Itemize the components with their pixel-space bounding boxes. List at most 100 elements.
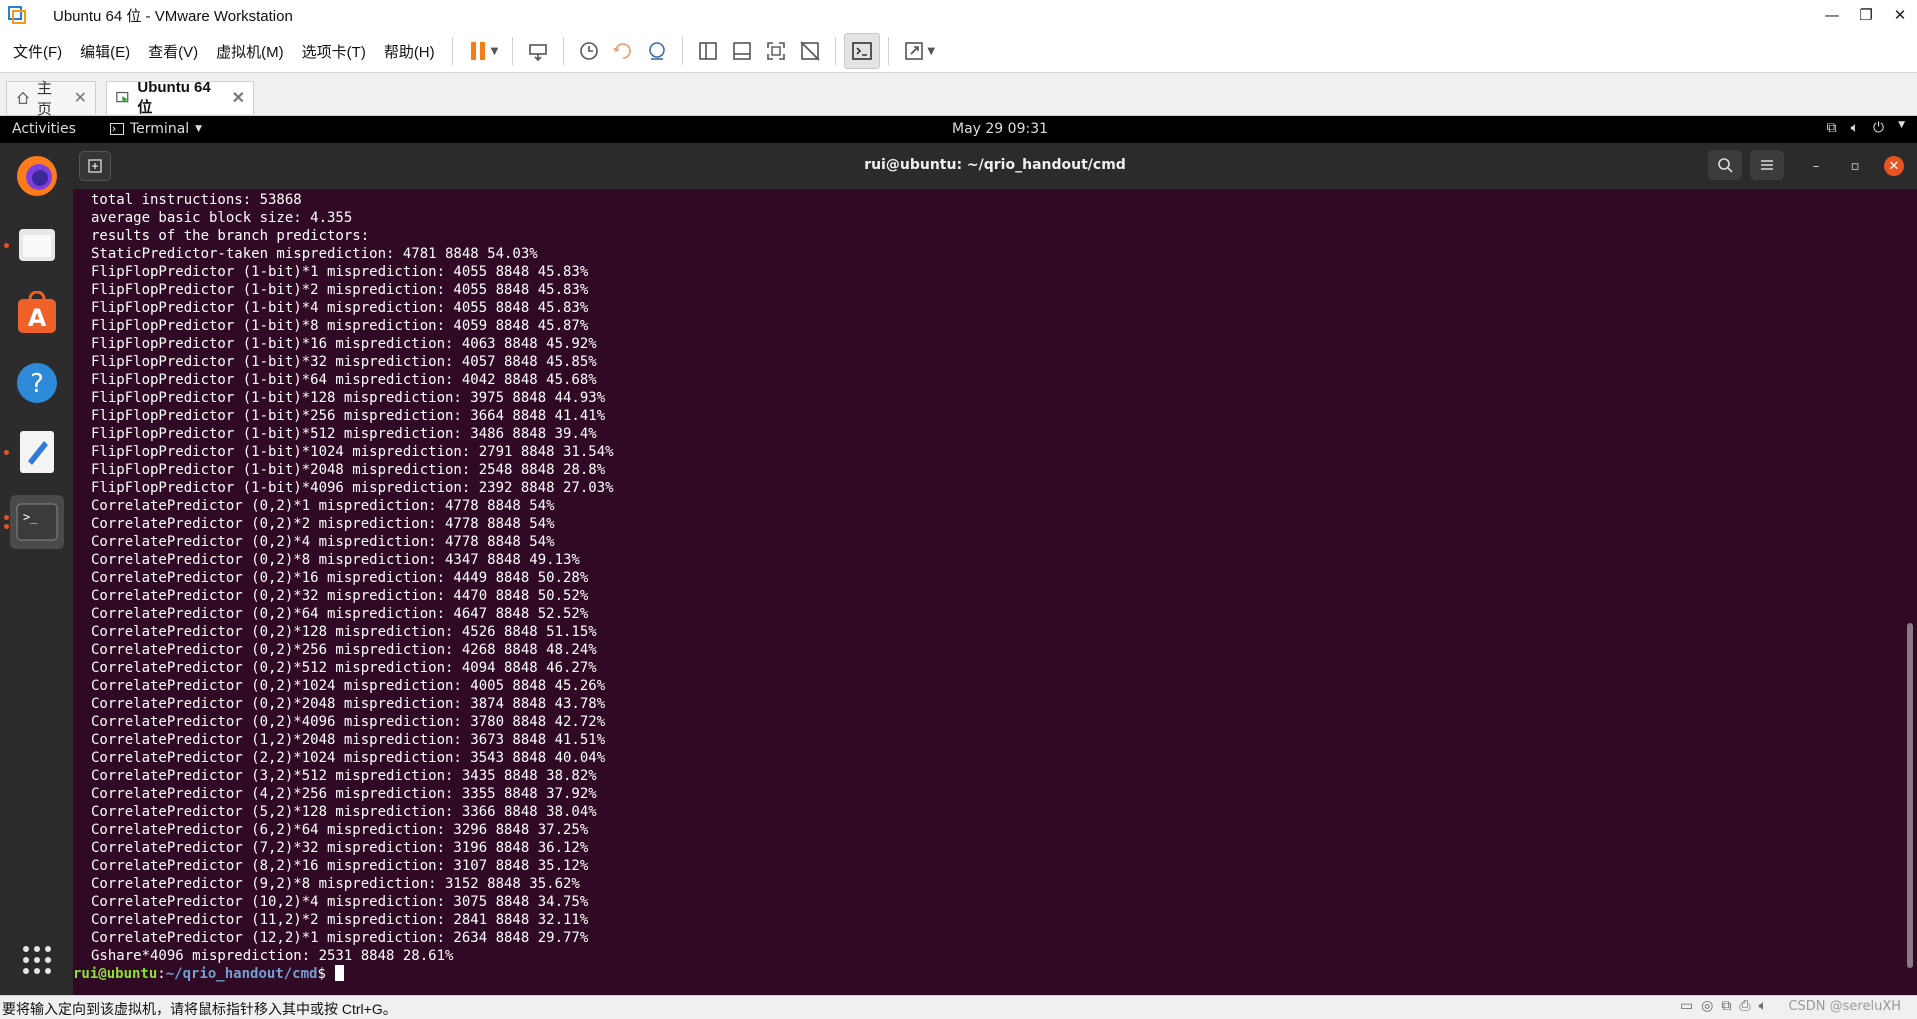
snapshot-manager-button[interactable] bbox=[640, 34, 674, 68]
close-icon[interactable]: ✕ bbox=[232, 88, 245, 108]
menu-file[interactable]: 文件(F) bbox=[4, 41, 71, 62]
printer-icon[interactable]: ⎙ bbox=[1739, 998, 1750, 1014]
terminal-scrollbar[interactable] bbox=[1907, 623, 1913, 968]
toolbar-divider bbox=[451, 37, 453, 65]
terminal-window[interactable]: rui@ubuntu: ~/qrio_handout/cmd – ▫ ✕ tot… bbox=[73, 143, 1917, 995]
menu-view[interactable]: 查看(V) bbox=[139, 41, 207, 62]
terminal-minimize-button[interactable]: – bbox=[1806, 156, 1826, 176]
show-library-button[interactable] bbox=[691, 34, 725, 68]
cd-rom-icon[interactable]: ◎ bbox=[1701, 998, 1713, 1014]
tab-ubuntu[interactable]: Ubuntu 64 位 ✕ bbox=[106, 79, 254, 116]
dock-files[interactable] bbox=[4, 218, 64, 272]
network-adapter-icon[interactable]: ⧉ bbox=[1721, 998, 1731, 1014]
snapshot-manager-icon bbox=[649, 42, 666, 60]
menu-tabs[interactable]: 选项卡(T) bbox=[293, 41, 375, 62]
terminal-line: CorrelatePredictor (12,2)*1 mispredictio… bbox=[91, 930, 589, 946]
menu-vm[interactable]: 虚拟机(M) bbox=[207, 41, 293, 62]
firefox-icon bbox=[17, 156, 57, 196]
fullscreen-button[interactable] bbox=[759, 34, 793, 68]
pause-icon bbox=[470, 42, 485, 60]
text-cursor bbox=[335, 965, 345, 981]
terminal-line: CorrelatePredictor (6,2)*64 mispredictio… bbox=[91, 822, 589, 838]
power-icon: ⏻ bbox=[1873, 120, 1885, 136]
chevron-down-icon: ▼ bbox=[195, 124, 203, 134]
clock[interactable]: May 29 09:31 bbox=[952, 121, 1048, 137]
terminal-line: CorrelatePredictor (0,2)*64 mispredictio… bbox=[91, 606, 589, 622]
stretch-guest-button[interactable] bbox=[897, 34, 931, 68]
terminal-app-icon bbox=[110, 123, 124, 135]
terminal-line: FlipFlopPredictor (1-bit)*1024 mispredic… bbox=[91, 444, 614, 460]
dock-help[interactable]: ? bbox=[10, 356, 64, 410]
toolbar-divider bbox=[888, 37, 890, 65]
console-view-button[interactable] bbox=[844, 33, 881, 69]
app-menu[interactable]: Terminal ▼ bbox=[110, 121, 202, 137]
watermark: CSDN @sereluXH bbox=[1788, 999, 1901, 1014]
terminal-line: FlipFlopPredictor (1-bit)*32 mispredicti… bbox=[91, 354, 597, 370]
chevron-down-icon[interactable]: ▼ bbox=[491, 46, 499, 57]
dock-firefox[interactable] bbox=[10, 149, 64, 203]
suspend-button[interactable] bbox=[461, 34, 495, 68]
terminal-line: CorrelatePredictor (0,2)*1 misprediction… bbox=[91, 498, 555, 514]
revert-snapshot-button[interactable] bbox=[606, 34, 640, 68]
running-indicator bbox=[4, 450, 9, 455]
bottom-panel-icon bbox=[733, 42, 752, 60]
terminal-line: CorrelatePredictor (9,2)*8 misprediction… bbox=[91, 876, 580, 892]
terminal-line: CorrelatePredictor (0,2)*32 mispredictio… bbox=[91, 588, 589, 604]
system-tray[interactable]: ⧉ 🔈︎ ⏻ ▼ bbox=[1827, 120, 1905, 136]
dock-terminal[interactable]: >_ bbox=[4, 495, 64, 549]
console-icon bbox=[852, 42, 873, 60]
vm-tab-bar: 主页 ✕ Ubuntu 64 位 ✕ bbox=[0, 73, 1917, 118]
shell-prompt[interactable]: rui@ubuntu:~/qrio_handout/cmd$ bbox=[73, 965, 1891, 983]
close-icon[interactable]: ✕ bbox=[74, 88, 87, 108]
prompt-symbol: $ bbox=[317, 966, 335, 982]
terminal-output[interactable]: total instructions: 53868 average basic b… bbox=[73, 191, 1891, 983]
terminal-line: CorrelatePredictor (1,2)*2048 mispredict… bbox=[91, 732, 606, 748]
hard-disk-icon[interactable]: ▭ bbox=[1680, 998, 1693, 1014]
vm-running-icon bbox=[116, 91, 129, 103]
terminal-close-button[interactable]: ✕ bbox=[1884, 156, 1904, 176]
fullscreen-icon bbox=[767, 42, 786, 60]
terminal-line: CorrelatePredictor (0,2)*256 mispredicti… bbox=[91, 642, 597, 658]
terminal-line: StaticPredictor-taken misprediction: 478… bbox=[91, 246, 538, 262]
hamburger-icon bbox=[1761, 160, 1773, 170]
minimize-button[interactable]: — bbox=[1815, 0, 1849, 30]
snapshot-button[interactable] bbox=[572, 34, 606, 68]
show-thumbnail-button[interactable] bbox=[725, 34, 759, 68]
text-editor-icon bbox=[20, 431, 54, 473]
window-titlebar: Ubuntu 64 位 - VMware Workstation — ❐ ✕ bbox=[0, 0, 1917, 30]
terminal-line: FlipFlopPredictor (1-bit)*8 mispredictio… bbox=[91, 318, 589, 334]
tab-ubuntu-label: Ubuntu 64 位 bbox=[137, 79, 211, 116]
menu-edit[interactable]: 编辑(E) bbox=[71, 41, 139, 62]
home-icon bbox=[17, 91, 29, 104]
activities-button[interactable]: Activities bbox=[12, 121, 76, 137]
hamburger-menu-button[interactable] bbox=[1750, 150, 1784, 180]
terminal-line: CorrelatePredictor (0,2)*8 misprediction… bbox=[91, 552, 580, 568]
terminal-line: CorrelatePredictor (0,2)*4096 mispredict… bbox=[91, 714, 606, 730]
terminal-line: FlipFlopPredictor (1-bit)*64 mispredicti… bbox=[91, 372, 597, 388]
revert-icon bbox=[613, 43, 632, 59]
send-ctrl-alt-del-button[interactable] bbox=[521, 34, 555, 68]
sound-icon[interactable]: 🔈︎ bbox=[1759, 998, 1767, 1014]
volume-icon: 🔈︎ bbox=[1850, 120, 1859, 136]
tab-home[interactable]: 主页 ✕ bbox=[6, 80, 96, 118]
close-button[interactable]: ✕ bbox=[1883, 0, 1917, 30]
window-title: Ubuntu 64 位 - VMware Workstation bbox=[53, 7, 293, 25]
unity-mode-button[interactable] bbox=[793, 34, 827, 68]
terminal-line: FlipFlopPredictor (1-bit)*256 mispredict… bbox=[91, 408, 606, 424]
dock-text-editor[interactable] bbox=[4, 425, 64, 479]
snapshot-icon bbox=[580, 42, 599, 60]
prompt-user-host: rui@ubuntu bbox=[73, 966, 158, 982]
chevron-down-icon[interactable]: ▼ bbox=[927, 46, 935, 57]
terminal-icon: >_ bbox=[16, 503, 58, 541]
terminal-title: rui@ubuntu: ~/qrio_handout/cmd bbox=[864, 157, 1126, 173]
prompt-separator: : bbox=[157, 966, 166, 982]
terminal-maximize-button[interactable]: ▫ bbox=[1845, 156, 1865, 176]
terminal-line: CorrelatePredictor (0,2)*2048 mispredict… bbox=[91, 696, 606, 712]
dock-software[interactable]: A bbox=[10, 287, 64, 341]
menu-help[interactable]: 帮助(H) bbox=[375, 41, 444, 62]
search-button[interactable] bbox=[1708, 150, 1742, 180]
terminal-line: CorrelatePredictor (11,2)*2 mispredictio… bbox=[91, 912, 589, 928]
show-applications-button[interactable] bbox=[10, 933, 64, 987]
restore-button[interactable]: ❐ bbox=[1849, 0, 1883, 30]
terminal-line: CorrelatePredictor (0,2)*1024 mispredict… bbox=[91, 678, 606, 694]
